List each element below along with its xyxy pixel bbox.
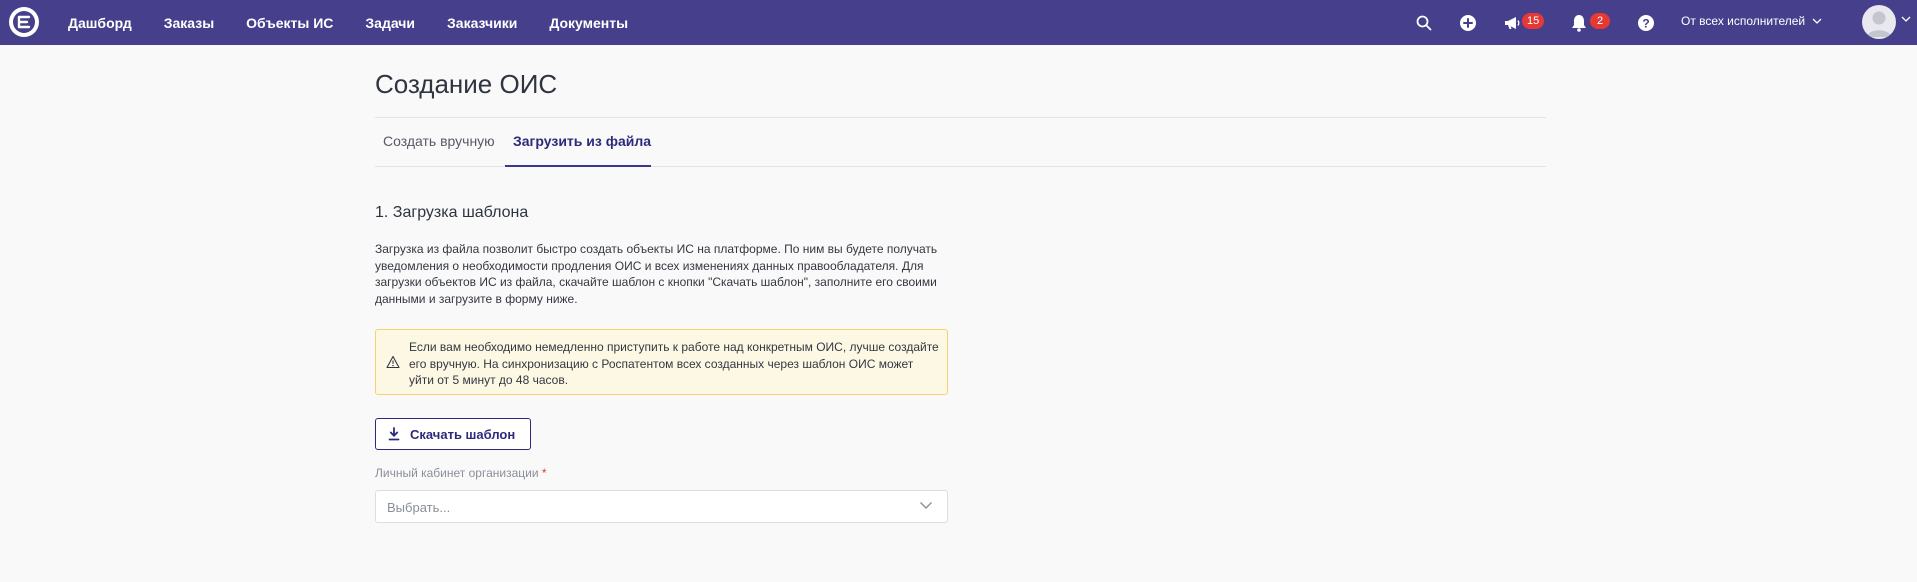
user-avatar-icon bbox=[1862, 5, 1896, 39]
announcements-badge: 15 bbox=[1522, 13, 1544, 29]
nav-item-dashboard[interactable]: Дашборд bbox=[68, 15, 132, 31]
upload-description: Загрузка из файла позволит быстро создат… bbox=[375, 241, 945, 307]
org-select[interactable]: Выбрать... bbox=[375, 490, 948, 523]
executor-filter-dropdown[interactable]: От всех исполнителей bbox=[1681, 14, 1822, 28]
creation-mode-tabs: Создать вручную Загрузить из файла bbox=[375, 118, 1546, 167]
user-avatar[interactable] bbox=[1862, 5, 1896, 39]
executor-filter-label: От всех исполнителей bbox=[1681, 14, 1805, 28]
active-tab-indicator bbox=[505, 165, 651, 167]
download-template-button[interactable]: Скачать шаблон bbox=[375, 418, 531, 450]
svg-text:?: ? bbox=[1642, 17, 1649, 31]
chevron-down-icon bbox=[919, 501, 933, 510]
nav-item-documents[interactable]: Документы bbox=[549, 15, 628, 31]
org-select-placeholder: Выбрать... bbox=[387, 500, 450, 515]
logo-icon bbox=[12, 10, 36, 34]
nav-item-orders[interactable]: Заказы bbox=[164, 15, 214, 31]
warning-alert: Если вам необходимо немедленно приступит… bbox=[375, 329, 948, 395]
help-icon[interactable]: ? bbox=[1635, 12, 1657, 34]
org-field-label: Личный кабинет организации * bbox=[375, 466, 547, 480]
top-navigation-bar: Дашборд Заказы Объекты ИС Задачи Заказчи… bbox=[0, 0, 1917, 45]
required-marker: * bbox=[542, 466, 547, 480]
nav-item-customers[interactable]: Заказчики bbox=[447, 15, 517, 31]
section-title: 1. Загрузка шаблона bbox=[375, 204, 528, 222]
chevron-down-icon bbox=[1812, 18, 1822, 24]
download-icon bbox=[388, 427, 400, 441]
tab-upload-from-file[interactable]: Загрузить из файла bbox=[513, 133, 651, 149]
megaphone-icon[interactable] bbox=[1501, 12, 1523, 34]
search-icon[interactable] bbox=[1413, 12, 1435, 34]
warning-alert-text: Если вам необходимо немедленно приступит… bbox=[409, 339, 939, 389]
nav-item-tasks[interactable]: Задачи bbox=[365, 15, 415, 31]
download-template-label: Скачать шаблон bbox=[410, 427, 515, 442]
tab-create-manually[interactable]: Создать вручную bbox=[383, 133, 495, 149]
org-field-label-text: Личный кабинет организации bbox=[375, 466, 539, 480]
warning-icon bbox=[386, 355, 400, 369]
bell-icon[interactable] bbox=[1568, 12, 1590, 34]
notifications-badge: 2 bbox=[1590, 13, 1610, 29]
account-chevron-down-icon[interactable] bbox=[1901, 16, 1911, 22]
page-title: Создание ОИС bbox=[375, 69, 557, 100]
add-icon[interactable] bbox=[1457, 12, 1479, 34]
nav-item-ip-objects[interactable]: Объекты ИС bbox=[246, 15, 333, 31]
app-logo[interactable] bbox=[9, 7, 39, 37]
main-nav: Дашборд Заказы Объекты ИС Задачи Заказчи… bbox=[68, 0, 660, 45]
